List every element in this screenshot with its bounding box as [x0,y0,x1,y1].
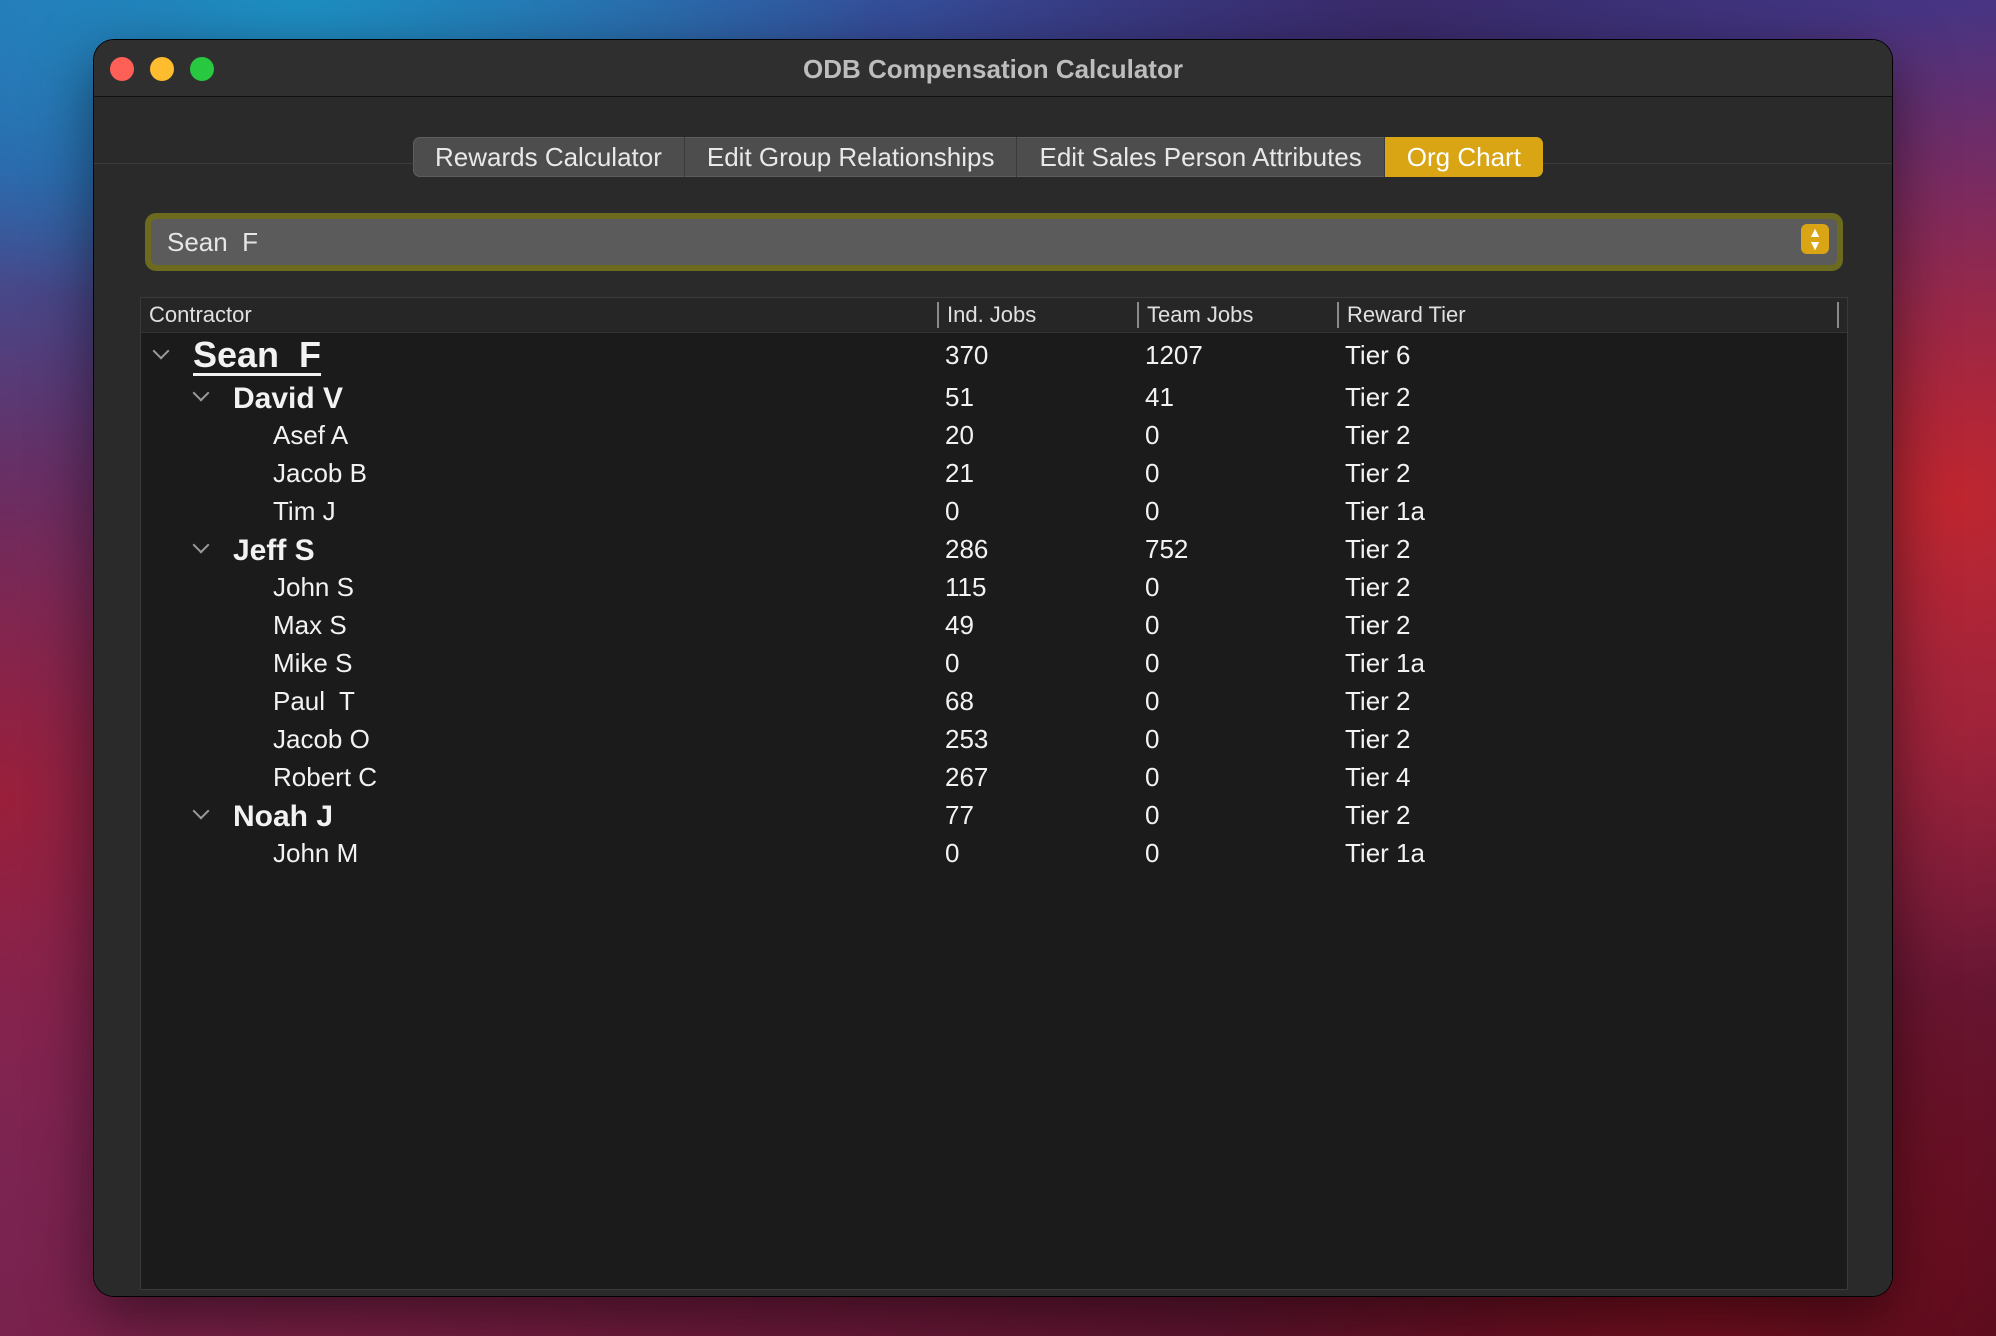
column-header-ind-jobs[interactable]: Ind. Jobs [937,302,1036,328]
reward-tier-value: Tier 2 [1345,382,1411,412]
team-jobs-value: 752 [1145,534,1189,564]
contractor-name: Asef A [273,420,349,450]
column-header-team-jobs[interactable]: Team Jobs [1137,302,1253,328]
ind-jobs-value: 115 [945,572,987,602]
tab-edit-sales-person-attributes[interactable]: Edit Sales Person Attributes [1017,137,1385,177]
org-chart-table: Contractor Ind. Jobs Team Jobs Reward Ti… [140,297,1848,1290]
table-row[interactable]: Paul T 68 0 Tier 2 [141,682,1847,720]
contractor-name: Mike S [273,648,353,678]
table-row[interactable]: Tim J 0 0 Tier 1a [141,492,1847,530]
window-title: ODB Compensation Calculator [803,54,1183,84]
reward-tier-value: Tier 4 [1345,762,1411,792]
contractor-name: Tim J [273,496,336,526]
column-end-separator [1837,302,1847,328]
ind-jobs-value: 0 [945,838,960,868]
tab-edit-group-relationships[interactable]: Edit Group Relationships [685,137,1018,177]
ind-jobs-value: 0 [945,496,960,526]
reward-tier-value: Tier 2 [1345,458,1411,488]
contractor-name: Jacob B [273,458,367,488]
table-row[interactable]: Jacob B 21 0 Tier 2 [141,454,1847,492]
reward-tier-value: Tier 6 [1345,340,1411,370]
team-jobs-value: 0 [1145,420,1160,450]
reward-tier-value: Tier 1a [1345,838,1425,868]
ind-jobs-value: 21 [945,458,974,488]
team-jobs-value: 0 [1145,800,1160,830]
reward-tier-value: Tier 2 [1345,686,1411,716]
main-content: Rewards Calculator Edit Group Relationsh… [94,97,1892,1296]
table-row[interactable]: Sean F 370 1207 Tier 6 [141,332,1847,378]
chevron-down-icon[interactable] [192,384,210,402]
contractor-selector-value: Sean F [167,227,259,257]
table-row[interactable]: Asef A 20 0 Tier 2 [141,416,1847,454]
app-window: ODB Compensation Calculator Rewards Calc… [94,40,1892,1296]
reward-tier-value: Tier 2 [1345,534,1411,564]
contractor-name: Noah J [233,800,334,833]
ind-jobs-value: 77 [945,800,974,830]
table-row[interactable]: John M 0 0 Tier 1a [141,834,1847,872]
chevron-down-icon[interactable] [192,536,210,554]
reward-tier-value: Tier 2 [1345,610,1411,640]
table-row[interactable]: Robert C 267 0 Tier 4 [141,758,1847,796]
reward-tier-value: Tier 1a [1345,496,1425,526]
chevron-down-icon[interactable] [192,802,210,820]
table-row[interactable]: Mike S 0 0 Tier 1a [141,644,1847,682]
team-jobs-value: 0 [1145,686,1160,716]
team-jobs-value: 0 [1145,648,1160,678]
column-header-reward-tier[interactable]: Reward Tier [1337,302,1466,328]
tab-bar: Rewards Calculator Edit Group Relationsh… [413,137,1543,177]
contractor-name: John S [273,572,354,602]
reward-tier-value: Tier 2 [1345,572,1411,602]
reward-tier-value: Tier 2 [1345,800,1411,830]
ind-jobs-value: 0 [945,648,960,678]
reward-tier-value: Tier 2 [1345,724,1411,754]
team-jobs-value: 0 [1145,572,1160,602]
tab-org-chart[interactable]: Org Chart [1384,137,1543,177]
ind-jobs-value: 51 [945,382,974,412]
team-jobs-value: 0 [1145,724,1160,754]
contractor-name: Jeff S [233,534,315,567]
table-row[interactable]: John S 115 0 Tier 2 [141,568,1847,606]
team-jobs-value: 0 [1145,496,1160,526]
chevron-down-icon[interactable] [152,342,170,360]
contractor-name: David V [233,382,344,415]
column-header-contractor[interactable]: Contractor [141,298,252,332]
team-jobs-value: 0 [1145,458,1160,488]
tab-rewards-calculator[interactable]: Rewards Calculator [413,137,685,177]
contractor-name: Sean F [193,334,322,375]
table-header: Contractor Ind. Jobs Team Jobs Reward Ti… [141,298,1847,333]
table-row[interactable]: Jacob O 253 0 Tier 2 [141,720,1847,758]
table-row[interactable]: Jeff S 286 752 Tier 2 [141,530,1847,568]
table-row[interactable]: David V 51 41 Tier 2 [141,378,1847,416]
team-jobs-value: 0 [1145,762,1160,792]
contractor-name: Robert C [273,762,378,792]
up-down-stepper-icon[interactable]: ▲ ▼ [1801,224,1829,254]
contractor-name: Jacob O [273,724,370,754]
contractor-name: Paul T [273,686,355,716]
reward-tier-value: Tier 2 [1345,420,1411,450]
team-jobs-value: 0 [1145,610,1160,640]
ind-jobs-value: 68 [945,686,974,716]
title-bar: ODB Compensation Calculator [94,40,1892,97]
reward-tier-value: Tier 1a [1345,648,1425,678]
team-jobs-value: 0 [1145,838,1160,868]
ind-jobs-value: 267 [945,762,989,792]
table-row[interactable]: Noah J 77 0 Tier 2 [141,796,1847,834]
ind-jobs-value: 253 [945,724,989,754]
team-jobs-value: 1207 [1145,340,1203,370]
ind-jobs-value: 370 [945,340,989,370]
team-jobs-value: 41 [1145,382,1174,412]
ind-jobs-value: 20 [945,420,974,450]
table-row[interactable]: Max S 49 0 Tier 2 [141,606,1847,644]
contractor-name: John M [273,838,359,868]
ind-jobs-value: 49 [945,610,974,640]
contractor-name: Max S [273,610,347,640]
contractor-selector-focus-ring: Sean F ▲ ▼ [145,213,1843,271]
contractor-selector[interactable]: Sean F ▲ ▼ [151,219,1837,265]
ind-jobs-value: 286 [945,534,989,564]
